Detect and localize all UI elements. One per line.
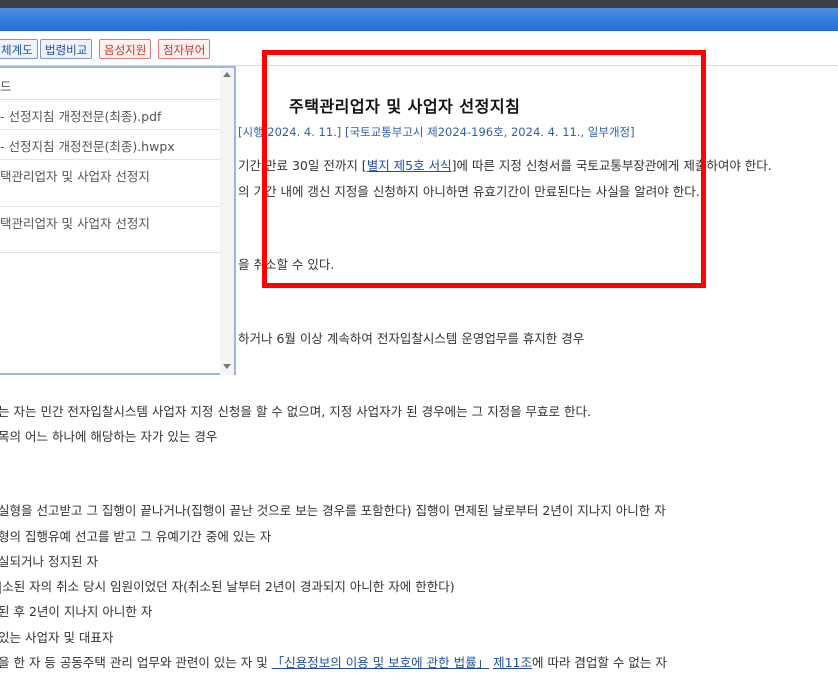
dropdown-item-hwpx[interactable]: - 선정지침 개정전문(최종).hwpx — [0, 136, 220, 155]
doc-line: |소된 자의 취소 당시 임원이었던 자(취소된 날부터 2년이 경과되지 아니… — [0, 579, 455, 594]
notice-info: [국토교통부고시 제2024-196호, 2024. 4. 11., 일부개정] — [344, 125, 635, 139]
scroll-down-icon[interactable] — [223, 364, 231, 369]
document-meta: [시행 2024. 4. 11.] [국토교통부고시 제2024-196호, 2… — [238, 124, 635, 140]
doc-line: 실형을 선고받고 그 집행이 끝나거나(집행이 끝난 것으로 보는 경우를 포함… — [0, 503, 666, 518]
law-link[interactable]: 「신용정보의 이용 및 보호에 관한 법률」 — [272, 655, 489, 670]
scroll-up-icon[interactable] — [223, 72, 231, 77]
divider — [0, 206, 220, 207]
doc-line: 을 취소할 수 있다. — [238, 257, 335, 272]
doc-line: 목의 어느 하나에 해당하는 자가 있는 경우 — [0, 429, 218, 444]
page-title: 주택관리업자 및 사업자 선정지침 — [289, 97, 521, 116]
voice-support-button[interactable]: 음성지원 — [99, 39, 152, 59]
divider — [0, 99, 220, 100]
law-compare-button[interactable]: 법령비교 — [40, 39, 93, 59]
effective-date: [시행 2024. 4. 11.] — [238, 125, 342, 139]
doc-line: 형의 집행유예 선고를 받고 그 유예기간 중에 있는 자 — [0, 529, 272, 544]
article-link[interactable]: 제11조 — [493, 655, 532, 670]
doc-line: 을 한 자 등 공동주택 관리 업무와 관련이 있는 자 및 「신용정보의 이용… — [0, 655, 667, 670]
divider — [0, 129, 220, 130]
system-diagram-button[interactable]: 체계도 — [0, 39, 38, 59]
dropdown-item[interactable]: 택관리업자 및 사업자 선정지 — [0, 166, 220, 185]
header-bar — [0, 8, 838, 31]
dropdown-scrollbar[interactable] — [220, 68, 234, 375]
dropdown-item[interactable]: 드 — [0, 76, 220, 95]
doc-line: 는 자는 민간 전자입찰시스템 사업자 지정 신청을 할 수 없으며, 지정 사… — [0, 404, 591, 419]
doc-line: 된 후 2년이 지나지 아니한 자 — [0, 604, 153, 619]
doc-line: 하거나 6월 이상 계속하여 전자입찰시스템 운영업무를 휴지한 경우 — [238, 331, 585, 346]
window-top-bar — [0, 0, 838, 8]
toolbar: 체계도 법령비교 음성지원 점자뷰어 — [0, 31, 838, 66]
doc-line: 기간 만료 30일 전까지 [별지 제5호 서식]에 따른 지정 신청서를 국토… — [238, 158, 772, 173]
doc-line: 실되거나 정지된 자 — [0, 554, 98, 569]
form-link[interactable]: 별지 제5호 서식 — [367, 158, 452, 173]
dropdown-item[interactable]: 택관리업자 및 사업자 선정지 — [0, 213, 220, 232]
divider — [0, 252, 220, 253]
dropdown-item-pdf[interactable]: - 선정지침 개정전문(최종).pdf — [0, 106, 220, 125]
divider — [0, 159, 220, 160]
braille-viewer-button[interactable]: 점자뷰어 — [158, 39, 211, 59]
attachment-dropdown: 드 - 선정지침 개정전문(최종).pdf - 선정지침 개정전문(최종).hw… — [0, 66, 236, 375]
doc-line: 의 기간 내에 갱신 지정을 신청하지 아니하면 유효기간이 만료된다는 사실을… — [238, 184, 700, 199]
doc-line: 있는 사업자 및 대표자 — [0, 630, 114, 645]
